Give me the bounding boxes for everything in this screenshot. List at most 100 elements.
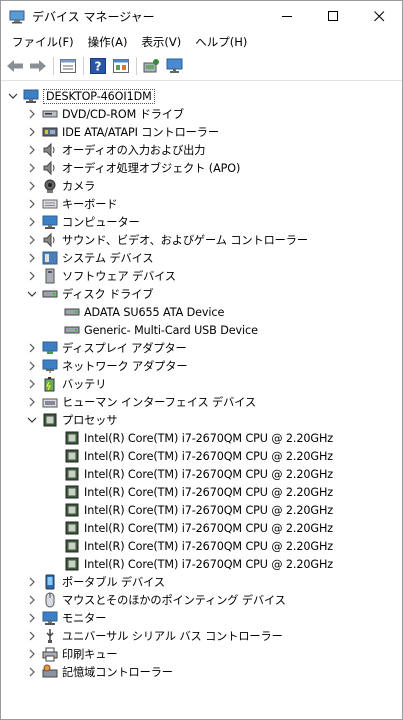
title-bar[interactable]: デバイス マネージャー [1, 1, 402, 32]
chevron-right-icon[interactable] [27, 663, 37, 681]
chevron-right-icon[interactable] [27, 123, 37, 141]
tree-category[interactable]: ユニバーサル シリアル バス コントローラー [27, 627, 283, 645]
tree-device[interactable]: Intel(R) Core(TM) i7-2670QM CPU @ 2.20GH… [64, 555, 333, 573]
chevron-right-icon[interactable] [27, 609, 37, 627]
forward-button[interactable] [28, 56, 48, 76]
computer-name: DESKTOP-46OI1DM [43, 88, 155, 104]
mouse-icon [42, 592, 58, 608]
chevron-down-icon[interactable] [27, 411, 37, 429]
tree-category-label: ネットワーク アダプター [62, 360, 188, 373]
chevron-right-icon[interactable] [27, 141, 37, 159]
tree-device-label: Intel(R) Core(TM) i7-2670QM CPU @ 2.20GH… [84, 539, 334, 553]
tree-category[interactable]: ディスプレイ アダプター [27, 339, 187, 357]
menu-action[interactable]: 操作(A) [81, 34, 135, 50]
menu-file[interactable]: ファイル(F) [5, 34, 81, 50]
tree-category[interactable]: サウンド、ビデオ、およびゲーム コントローラー [27, 231, 308, 249]
tree-category[interactable]: オーディオ処理オブジェクト (APO) [27, 159, 240, 177]
tree-device[interactable]: Intel(R) Core(TM) i7-2670QM CPU @ 2.20GH… [64, 429, 333, 447]
tree-category[interactable]: 記憶域コントローラー [27, 663, 173, 681]
processor-icon [42, 412, 58, 428]
display-adapter-icon [42, 340, 58, 356]
hdd-device-icon [64, 304, 80, 320]
tree-device[interactable]: Intel(R) Core(TM) i7-2670QM CPU @ 2.20GH… [64, 447, 333, 465]
chevron-right-icon[interactable] [27, 339, 37, 357]
tree-category[interactable]: キーボード [27, 195, 118, 213]
tree-category[interactable]: マウスとそのほかのポインティング デバイス [27, 591, 286, 609]
tree-device-label: Intel(R) Core(TM) i7-2670QM CPU @ 2.20GH… [84, 431, 334, 445]
chevron-right-icon[interactable] [27, 357, 37, 375]
chevron-right-icon[interactable] [27, 249, 37, 267]
tree-category-label: カメラ [62, 180, 96, 193]
tree-category-label: ソフトウェア デバイス [62, 270, 176, 283]
chevron-right-icon[interactable] [27, 627, 37, 645]
tree-device[interactable]: Intel(R) Core(TM) i7-2670QM CPU @ 2.20GH… [64, 501, 333, 519]
properties-icon [60, 59, 76, 73]
tree-category[interactable]: ポータブル デバイス [27, 573, 165, 591]
tree-device-label: Intel(R) Core(TM) i7-2670QM CPU @ 2.20GH… [84, 467, 334, 481]
tree-category-label: IDE ATA/ATAPI コントローラー [62, 126, 219, 139]
tree-category[interactable]: 印刷キュー [27, 645, 118, 663]
tree-category-label: ディスク ドライブ [62, 288, 154, 301]
close-button[interactable] [356, 1, 402, 32]
tree-category[interactable]: プロセッサ [27, 411, 118, 429]
chevron-right-icon[interactable] [27, 195, 37, 213]
usb-icon [42, 628, 58, 644]
chevron-right-icon[interactable] [27, 375, 37, 393]
chevron-right-icon[interactable] [27, 393, 37, 411]
tree-device[interactable]: Intel(R) Core(TM) i7-2670QM CPU @ 2.20GH… [64, 537, 333, 555]
maximize-button[interactable] [310, 1, 356, 32]
chevron-right-icon[interactable] [27, 645, 37, 663]
hdd-device-icon [64, 322, 80, 338]
chevron-down-icon[interactable] [27, 285, 37, 303]
chevron-right-icon[interactable] [27, 267, 37, 285]
tree-device[interactable]: Intel(R) Core(TM) i7-2670QM CPU @ 2.20GH… [64, 519, 333, 537]
tree-category[interactable]: IDE ATA/ATAPI コントローラー [27, 123, 219, 141]
tree-device[interactable]: Intel(R) Core(TM) i7-2670QM CPU @ 2.20GH… [64, 483, 333, 501]
help-button[interactable]: ? [88, 56, 108, 76]
chevron-down-icon[interactable] [8, 87, 18, 105]
menu-help[interactable]: ヘルプ(H) [188, 34, 254, 50]
tree-category-label: システム デバイス [62, 252, 154, 265]
speaker-icon [42, 160, 58, 176]
properties-button[interactable] [58, 56, 78, 76]
tree-category[interactable]: カメラ [27, 177, 95, 195]
tree-category[interactable]: ネットワーク アダプター [27, 357, 188, 375]
minimize-button[interactable] [264, 1, 310, 32]
tree-device-label: Intel(R) Core(TM) i7-2670QM CPU @ 2.20GH… [84, 521, 334, 535]
tree-device[interactable]: Generic- Multi-Card USB Device [64, 321, 258, 339]
tree-category[interactable]: コンピューター [27, 213, 140, 231]
tree-category[interactable]: バッテリ [27, 375, 106, 393]
tree-category[interactable]: オーディオの入力および出力 [27, 141, 205, 159]
tree-device-label: ADATA SU655 ATA Device [84, 305, 225, 319]
tree-root[interactable]: DESKTOP-46OI1DM [8, 87, 155, 105]
chevron-right-icon[interactable] [27, 573, 37, 591]
tree-category-label: マウスとそのほかのポインティング デバイス [62, 594, 286, 607]
tree-category[interactable]: ソフトウェア デバイス [27, 267, 176, 285]
cpu-icon [64, 556, 80, 572]
chevron-right-icon[interactable] [27, 177, 37, 195]
chevron-right-icon[interactable] [27, 213, 37, 231]
back-button[interactable] [5, 56, 25, 76]
tree-category[interactable]: システム デバイス [27, 249, 154, 267]
camera-icon [42, 178, 58, 194]
computer-icon [23, 88, 39, 104]
chevron-right-icon[interactable] [27, 591, 37, 609]
tree-category[interactable]: ディスク ドライブ [27, 285, 153, 303]
cpu-icon [64, 466, 80, 482]
menu-view[interactable]: 表示(V) [134, 34, 188, 50]
tree-device[interactable]: ADATA SU655 ATA Device [64, 303, 224, 321]
tree-category[interactable]: モニター [27, 609, 106, 627]
monitor-button[interactable] [164, 56, 184, 76]
tree-category-label: ユニバーサル シリアル バス コントローラー [62, 630, 283, 643]
chevron-right-icon[interactable] [27, 231, 37, 249]
chevron-right-icon[interactable] [27, 105, 37, 123]
chevron-right-icon[interactable] [27, 159, 37, 177]
tree-category[interactable]: DVD/CD-ROM ドライブ [27, 105, 184, 123]
tree-category[interactable]: ヒューマン インターフェイス デバイス [27, 393, 256, 411]
tree-category-label: プロセッサ [62, 414, 118, 427]
monitor-icon [42, 610, 58, 626]
tree-device[interactable]: Intel(R) Core(TM) i7-2670QM CPU @ 2.20GH… [64, 465, 333, 483]
scan-hardware-button[interactable] [141, 56, 161, 76]
view-button[interactable] [111, 56, 131, 76]
tree-category-label: ディスプレイ アダプター [62, 342, 187, 355]
